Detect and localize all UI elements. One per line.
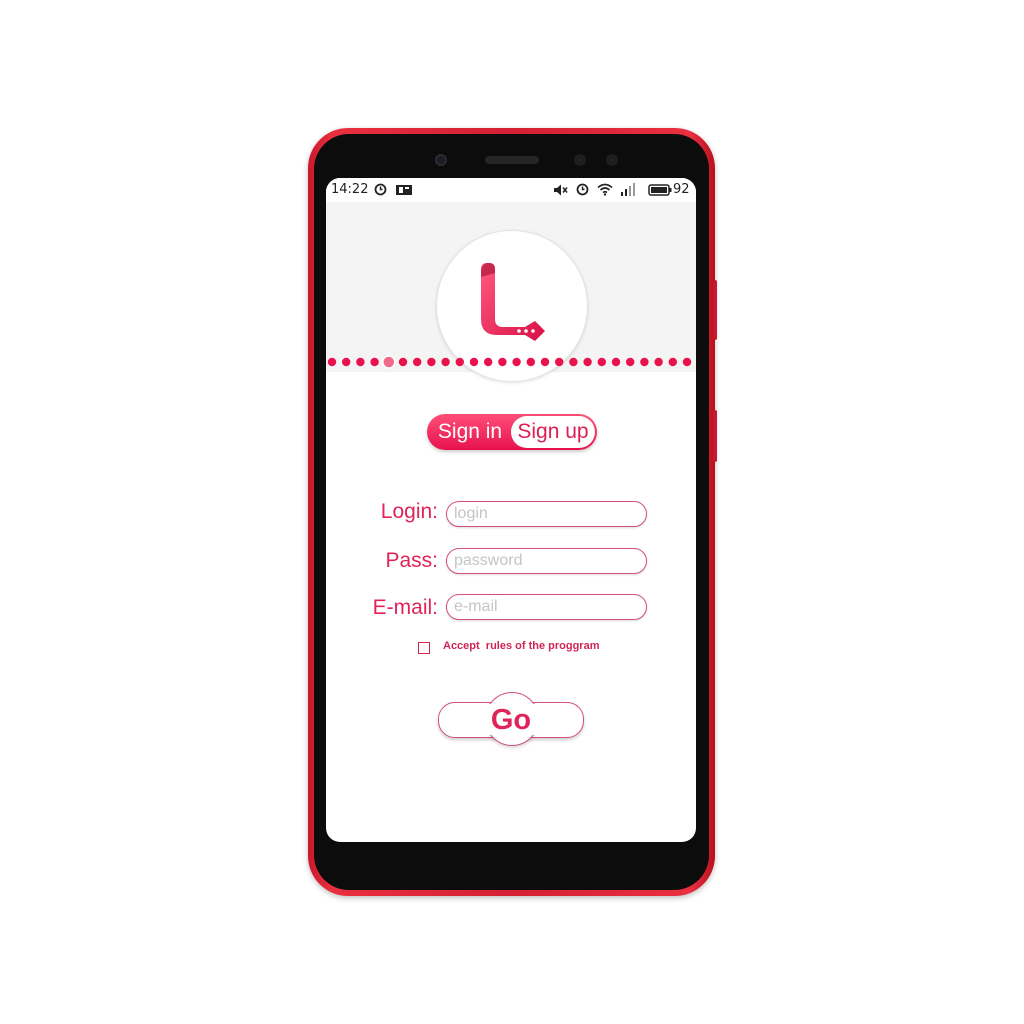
- login-label: Login:: [380, 500, 438, 523]
- pass-label: Pass:: [385, 549, 438, 572]
- front-camera: [435, 154, 447, 166]
- carousel-dot: [498, 357, 507, 367]
- email-input[interactable]: [446, 594, 647, 620]
- alarm-clock-icon: [576, 183, 589, 201]
- carousel-dot: [640, 357, 649, 367]
- battery-level: 92: [673, 182, 690, 197]
- go-button[interactable]: Go: [438, 700, 584, 740]
- carousel-dot: [441, 357, 450, 367]
- tab-sign-in[interactable]: Sign in: [427, 414, 513, 450]
- login-input[interactable]: [446, 501, 647, 527]
- carousel-dot: [413, 357, 422, 367]
- carousel-dot: [682, 357, 692, 367]
- proximity-sensor: [574, 154, 586, 166]
- carousel-dot: [569, 357, 578, 367]
- power-button: [713, 280, 717, 340]
- carousel-dot: [583, 357, 592, 367]
- accept-rules-label: Accept rules of the proggram: [443, 640, 600, 652]
- email-label: E-mail:: [372, 596, 438, 619]
- carousel-dot: [668, 357, 677, 367]
- stage: 14:22 92 Sign in Sign up Login: login Pa…: [0, 0, 1024, 1024]
- header-area: [326, 202, 696, 382]
- carousel-dot: [526, 357, 535, 367]
- carousel-dot: [455, 357, 464, 367]
- status-time: 14:22: [331, 182, 369, 197]
- notification-icon: [396, 183, 412, 201]
- carousel-dot-active: [382, 355, 396, 369]
- carousel-indicator: [327, 355, 692, 369]
- tab-sign-up[interactable]: Sign up: [511, 416, 595, 448]
- carousel-dot: [398, 357, 408, 367]
- accept-rules-checkbox[interactable]: [418, 642, 430, 654]
- carousel-dot: [611, 357, 621, 367]
- app-screen: 14:22 92 Sign in Sign up Login: login Pa…: [326, 178, 696, 842]
- mute-icon: [554, 183, 568, 201]
- volume-button: [713, 410, 717, 462]
- earpiece-speaker: [485, 156, 539, 164]
- carousel-dot: [469, 357, 479, 367]
- carousel-dot: [484, 357, 493, 367]
- carousel-dot: [654, 357, 663, 367]
- carousel-dot: [356, 357, 365, 367]
- carousel-dot: [342, 357, 351, 367]
- status-bar: 14:22 92: [326, 178, 696, 202]
- carousel-dot: [512, 357, 521, 367]
- carousel-dot: [327, 357, 337, 367]
- carousel-dot: [370, 357, 379, 367]
- wifi-icon: [597, 183, 613, 201]
- carousel-dot: [540, 357, 550, 367]
- carousel-dot: [555, 357, 564, 367]
- light-sensor: [606, 154, 618, 166]
- auth-tabs: Sign in Sign up: [427, 414, 597, 450]
- signal-icon: [620, 183, 636, 201]
- carousel-dot: [427, 357, 436, 367]
- carousel-dot: [626, 357, 635, 367]
- alarm-clock-icon: [374, 183, 387, 201]
- password-input[interactable]: [446, 548, 647, 574]
- battery-icon: [648, 183, 672, 201]
- carousel-dot: [597, 357, 606, 367]
